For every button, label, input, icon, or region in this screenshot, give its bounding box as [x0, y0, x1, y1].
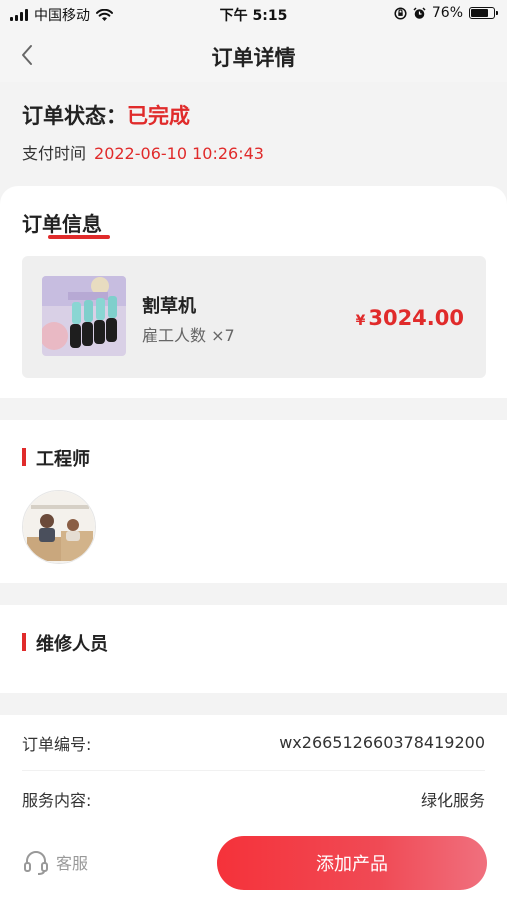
order-detail-card: 订单编号: wx266512660378419200 服务内容: 绿化服务: [0, 715, 507, 835]
heading-underline: [48, 235, 110, 239]
repair-staff-heading: 维修人员: [22, 630, 108, 656]
product-count-value: ×7: [211, 326, 235, 345]
pay-time-line: 支付时间 2022-06-10 10:26:43: [22, 140, 264, 164]
order-info-heading: 订单信息: [22, 208, 110, 239]
bottom-action-bar: 客服 添加产品: [0, 828, 507, 900]
product-count-label: 雇工人数: [142, 326, 207, 345]
add-product-button[interactable]: 添加产品: [217, 836, 487, 890]
repair-staff-card: 维修人员: [0, 605, 507, 693]
product-price: ¥3024.00: [356, 306, 464, 330]
customer-service-button[interactable]: 客服: [22, 848, 88, 876]
order-info-card: 订单信息 割草机 雇工人数 ×7 ¥ 3024.00: [0, 186, 507, 398]
battery-percent: 76%: [431, 5, 463, 21]
battery-level: [471, 9, 488, 17]
product-price-value: 3024.00: [368, 306, 464, 330]
product-quantity: 雇工人数 ×7: [142, 322, 235, 346]
product-name: 割草机: [142, 296, 196, 317]
customer-service-label: 客服: [56, 854, 89, 873]
pay-time-label: 支付时间: [22, 144, 87, 163]
order-number-label: 订单编号:: [22, 734, 92, 754]
order-number-value: wx266512660378419200: [279, 733, 485, 752]
engineer-card: 工程师: [0, 420, 507, 583]
order-status-line: 订单状态：已完成: [22, 100, 190, 130]
order-info-heading-text: 订单信息: [22, 212, 102, 236]
rotation-lock-icon: [394, 6, 407, 20]
order-status-section: 订单状态：已完成 支付时间 2022-06-10 10:26:43: [0, 82, 507, 192]
alarm-icon: [413, 6, 426, 19]
pay-time-value: 2022-06-10 10:26:43: [94, 144, 264, 163]
order-status-label: 订单状态：: [22, 104, 127, 128]
service-content-value: 绿化服务: [420, 791, 485, 810]
headset-icon: [24, 851, 48, 875]
status-bar: 中国移动 下午 5:15 76%: [0, 0, 507, 28]
service-content-label: 服务内容:: [22, 791, 92, 810]
status-bar-right: 76%: [394, 5, 498, 21]
detail-row: 订单编号: wx266512660378419200: [22, 715, 485, 771]
order-status-value: 已完成: [127, 104, 190, 128]
currency-symbol: ¥: [355, 313, 366, 329]
battery-icon: [469, 7, 498, 19]
engineer-avatar[interactable]: [22, 490, 96, 564]
product-image: [42, 276, 126, 356]
detail-row: 服务内容: 绿化服务: [22, 771, 485, 827]
nav-bar: 订单详情: [0, 28, 507, 82]
page-title: 订单详情: [211, 46, 296, 70]
engineer-heading: 工程师: [22, 445, 90, 471]
product-item[interactable]: 割草机 雇工人数 ×7 ¥3024.00: [22, 256, 486, 378]
